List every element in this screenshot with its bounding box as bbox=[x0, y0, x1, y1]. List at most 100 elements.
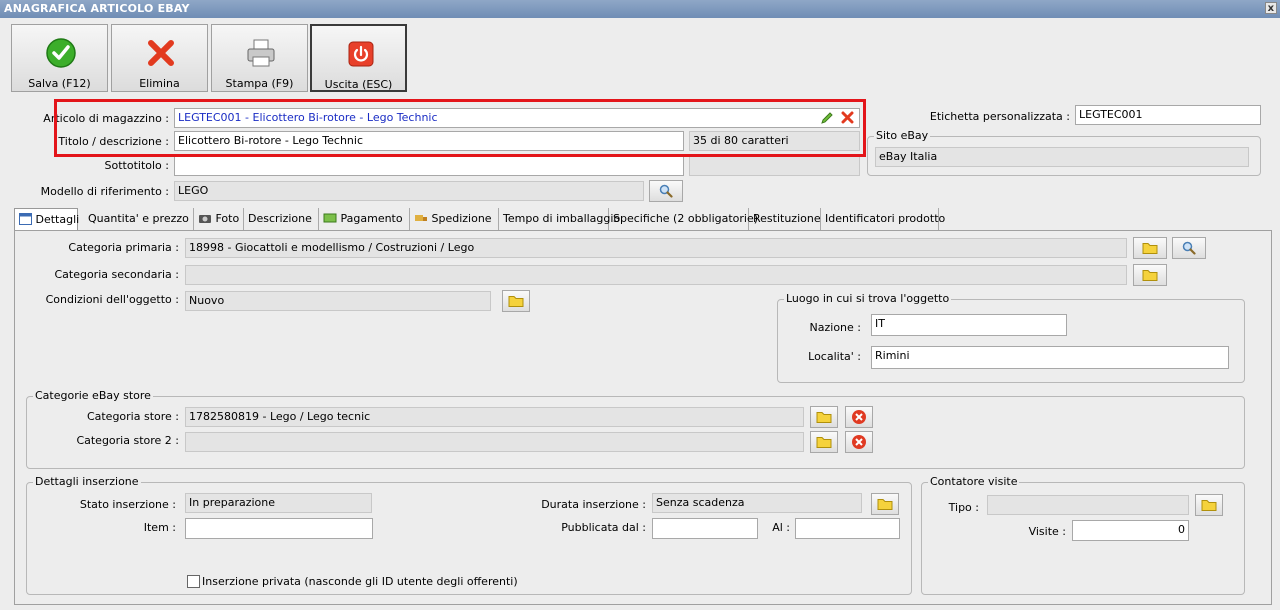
etichetta-value: LEGTEC001 bbox=[1079, 108, 1143, 121]
modello-search-button[interactable] bbox=[649, 180, 683, 202]
exit-label: Uscita (ESC) bbox=[324, 78, 393, 91]
visite-value: 0 bbox=[1178, 523, 1185, 536]
visite-label: Visite : bbox=[1028, 525, 1066, 538]
condizioni-value: Nuovo bbox=[189, 294, 225, 307]
store2-label: Categoria store 2 : bbox=[76, 434, 179, 447]
durata-field: Senza scadenza bbox=[652, 493, 862, 513]
tab-quantita-label: Quantita' e prezzo bbox=[88, 212, 189, 225]
tab-spedizione-label: Spedizione bbox=[431, 212, 492, 225]
cat-secondaria-label: Categoria secondaria : bbox=[54, 268, 179, 281]
delete-label: Elimina bbox=[139, 77, 180, 90]
privata-checkbox[interactable] bbox=[187, 575, 200, 588]
folder-icon bbox=[816, 437, 832, 448]
folder-icon bbox=[1142, 270, 1158, 281]
visite-input[interactable]: 0 bbox=[1072, 520, 1189, 541]
modello-field: LEGO bbox=[174, 181, 644, 201]
tab-quantita[interactable]: Quantita' e prezzo bbox=[84, 208, 194, 230]
cat-primaria-value: 18998 - Giocattoli e modellismo / Costru… bbox=[189, 241, 475, 254]
modello-value: LEGO bbox=[178, 184, 209, 197]
etichetta-label: Etichetta personalizzata : bbox=[929, 110, 1070, 123]
store1-label: Categoria store : bbox=[86, 410, 179, 423]
tab-spedizione[interactable]: Spedizione bbox=[410, 208, 499, 230]
inserzione-group-title: Dettagli inserzione bbox=[33, 475, 141, 488]
cat-secondaria-field bbox=[185, 265, 1127, 285]
printer-icon bbox=[247, 39, 275, 67]
tab-specifiche-label: Specifiche (2 obbligatorie) bbox=[613, 212, 759, 225]
pubblicata-input[interactable] bbox=[652, 518, 758, 539]
durata-browse-button[interactable] bbox=[871, 493, 899, 515]
highlight-box bbox=[54, 99, 866, 157]
tab-dettagli[interactable]: Dettagli bbox=[14, 208, 80, 231]
cat-secondaria-browse-button[interactable] bbox=[1133, 264, 1167, 286]
tab-pagamento-label: Pagamento bbox=[340, 212, 403, 225]
al-input[interactable] bbox=[795, 518, 900, 539]
print-label: Stampa (F9) bbox=[225, 77, 294, 90]
store1-value: 1782580819 - Lego / Lego tecnic bbox=[189, 410, 371, 423]
tipo-field bbox=[987, 495, 1189, 515]
tipo-browse-button[interactable] bbox=[1195, 494, 1223, 516]
folder-icon bbox=[877, 499, 893, 510]
tab-descrizione[interactable]: Descrizione bbox=[244, 208, 319, 230]
tab-pagamento[interactable]: Pagamento bbox=[319, 208, 410, 230]
money-icon bbox=[323, 213, 337, 223]
magnifier-icon bbox=[1182, 241, 1196, 255]
tab-specifiche[interactable]: Specifiche (2 obbligatorie) bbox=[609, 208, 758, 230]
sottotitolo-input[interactable] bbox=[174, 156, 684, 176]
cat-primaria-browse-button[interactable] bbox=[1133, 237, 1167, 259]
tipo-label: Tipo : bbox=[948, 501, 979, 514]
condizioni-browse-button[interactable] bbox=[502, 290, 530, 312]
localita-label: Localita' : bbox=[808, 350, 861, 363]
store2-browse-button[interactable] bbox=[810, 431, 838, 453]
store2-field bbox=[185, 432, 804, 452]
store2-clear-button[interactable] bbox=[845, 431, 873, 453]
stato-value: In preparazione bbox=[189, 496, 276, 509]
folder-icon bbox=[816, 412, 832, 423]
save-label: Salva (F12) bbox=[28, 77, 91, 90]
modello-label: Modello di riferimento : bbox=[40, 185, 169, 198]
privata-label: Inserzione privata (nasconde gli ID uten… bbox=[202, 575, 518, 588]
store-group-title: Categorie eBay store bbox=[33, 389, 153, 402]
nazione-label: Nazione : bbox=[809, 321, 861, 334]
truck-icon bbox=[415, 215, 427, 221]
store1-clear-button[interactable] bbox=[845, 406, 873, 428]
print-button[interactable]: Stampa (F9) bbox=[211, 24, 308, 92]
window-close-button[interactable]: x bbox=[1265, 2, 1277, 14]
magnifier-icon bbox=[659, 184, 673, 198]
cat-primaria-field: 18998 - Giocattoli e modellismo / Costru… bbox=[185, 238, 1127, 258]
item-input[interactable] bbox=[185, 518, 373, 539]
calendar-icon bbox=[19, 213, 32, 225]
localita-value: Rimini bbox=[875, 349, 910, 362]
nazione-input[interactable]: IT bbox=[871, 314, 1067, 336]
checkmark-icon bbox=[46, 38, 76, 68]
tab-descrizione-label: Descrizione bbox=[248, 212, 312, 225]
cat-primaria-label: Categoria primaria : bbox=[68, 241, 179, 254]
condizioni-field: Nuovo bbox=[185, 291, 491, 311]
window-title-bar: ANAGRAFICA ARTICOLO EBAY x bbox=[0, 0, 1280, 18]
tab-foto[interactable]: Foto bbox=[194, 208, 244, 230]
folder-icon bbox=[1142, 243, 1158, 254]
stato-field: In preparazione bbox=[185, 493, 372, 513]
localita-input[interactable]: Rimini bbox=[871, 346, 1229, 369]
delete-button[interactable]: Elimina bbox=[111, 24, 208, 92]
folder-icon bbox=[1201, 500, 1217, 511]
tab-restituzione-label: Restituzione bbox=[753, 212, 821, 225]
tab-identificatori[interactable]: Identificatori prodotto bbox=[821, 208, 945, 230]
cat-primaria-search-button[interactable] bbox=[1172, 237, 1206, 259]
tab-restituzione[interactable]: Restituzione bbox=[749, 208, 821, 230]
save-button[interactable]: Salva (F12) bbox=[11, 24, 108, 92]
tab-dettagli-label: Dettagli bbox=[35, 213, 80, 226]
window-title: ANAGRAFICA ARTICOLO EBAY bbox=[4, 2, 190, 15]
store1-field: 1782580819 - Lego / Lego tecnic bbox=[185, 407, 804, 427]
tab-imballaggio[interactable]: Tempo di imballaggio bbox=[499, 208, 620, 230]
delete-circle-icon bbox=[852, 435, 866, 449]
durata-label: Durata inserzione : bbox=[541, 498, 646, 511]
delete-circle-icon bbox=[852, 410, 866, 424]
store1-browse-button[interactable] bbox=[810, 406, 838, 428]
etichetta-input[interactable]: LEGTEC001 bbox=[1075, 105, 1261, 125]
exit-button[interactable]: Uscita (ESC) bbox=[310, 24, 407, 92]
durata-value: Senza scadenza bbox=[656, 496, 745, 509]
al-label: Al : bbox=[772, 521, 790, 534]
sito-ebay-value: eBay Italia bbox=[879, 150, 938, 163]
tab-imballaggio-label: Tempo di imballaggio bbox=[503, 212, 621, 225]
contatore-group-title: Contatore visite bbox=[928, 475, 1020, 488]
